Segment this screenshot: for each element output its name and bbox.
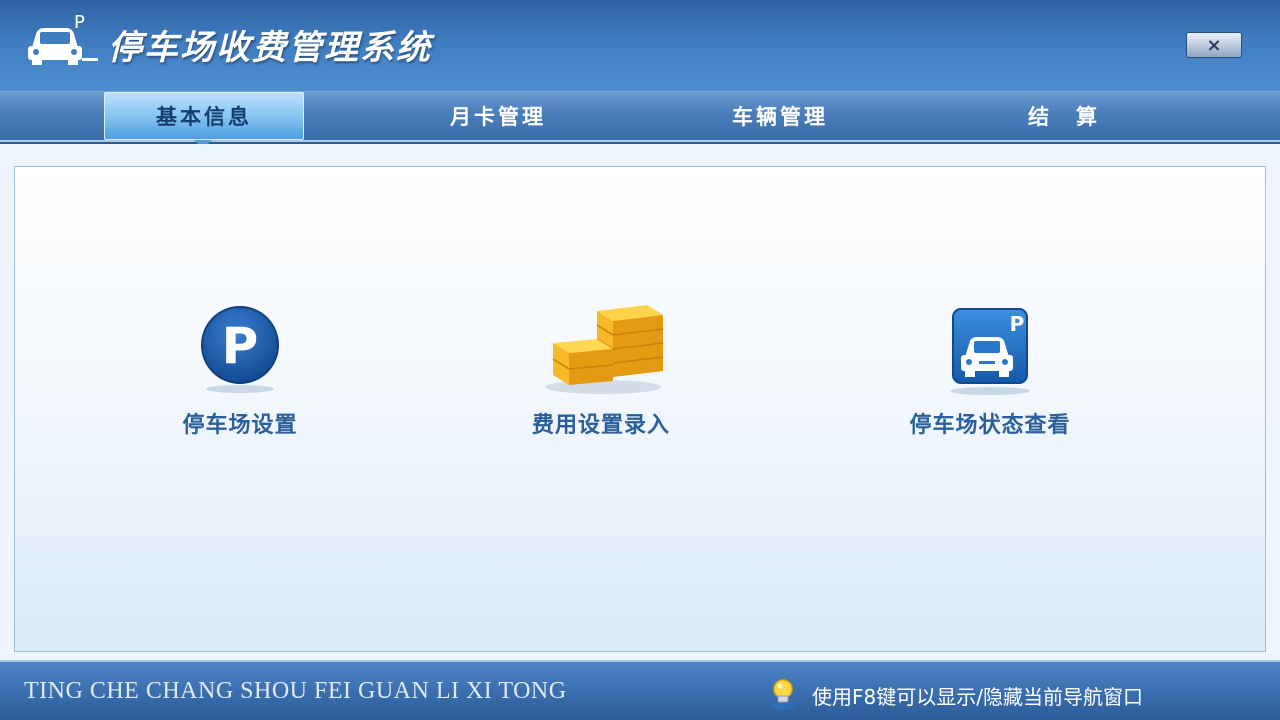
feature-label: 停车场设置 (182, 413, 298, 438)
car-parking-icon: P (950, 308, 1030, 395)
feature-label: 费用设置录入 (531, 413, 670, 438)
fee-settings-entry-button[interactable]: 费用设置录入 (503, 301, 699, 439)
parking-lot-settings-button[interactable]: P 停车场设置 (155, 305, 325, 439)
app-title: 停车场收费管理系统 (108, 28, 432, 68)
tab-bar: 基本信息 月卡管理 车辆管理 结 算 (0, 92, 1280, 142)
title-bar: P 停车场收费管理系统 × (0, 0, 1280, 92)
car-parking-logo-icon: P (28, 12, 98, 65)
tab-vehicle-management[interactable]: 车辆管理 (680, 92, 880, 140)
parking-lot-status-button[interactable]: P 停车场状态查看 (875, 307, 1105, 439)
navigation-hint: 使用F8键可以显示/隐藏当前导航窗口 (812, 685, 1143, 709)
tab-monthly-card[interactable]: 月卡管理 (398, 92, 598, 140)
close-button[interactable]: × (1186, 32, 1242, 58)
gold-coins-icon (545, 305, 664, 394)
content-panel: P 停车场设置 费用设置录入 P 停车场状态查看 (14, 166, 1266, 652)
status-bar: TING CHE CHANG SHOU FEI GUAN LI XI TONG … (0, 660, 1280, 720)
svg-text:P: P (1010, 312, 1025, 336)
tab-basic-info[interactable]: 基本信息 (104, 92, 304, 140)
svg-text:P: P (74, 12, 85, 33)
feature-label: 停车场状态查看 (909, 413, 1071, 438)
parking-p-icon: P (201, 306, 279, 393)
pinyin-caption: TING CHE CHANG SHOU FEI GUAN LI XI TONG (24, 678, 567, 704)
svg-text:P: P (222, 317, 259, 375)
lightbulb-icon (771, 679, 795, 709)
tab-settlement[interactable]: 结 算 (964, 92, 1164, 140)
